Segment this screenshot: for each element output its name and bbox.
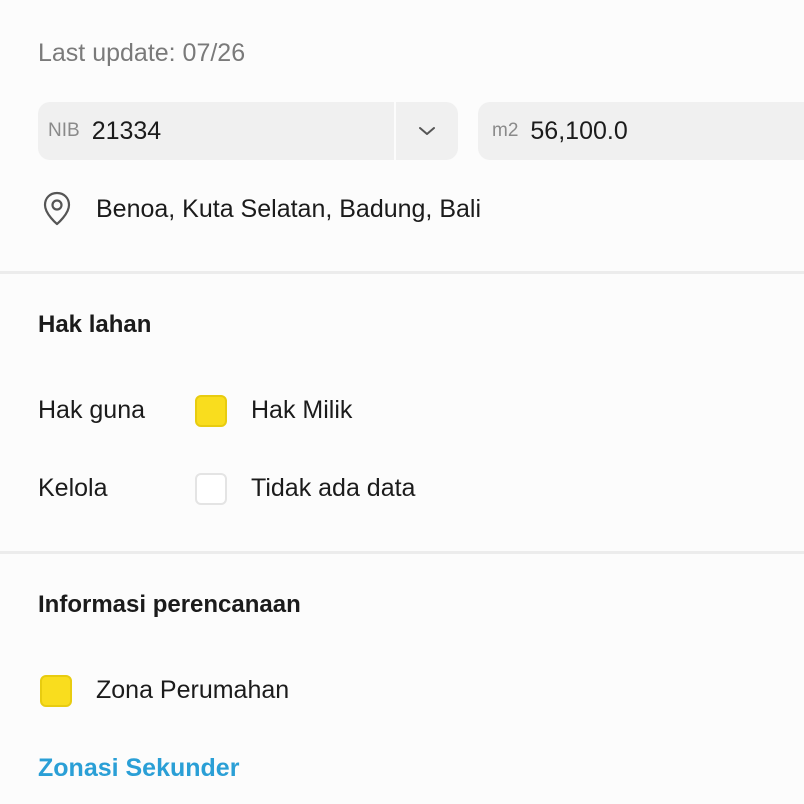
location-text: Benoa, Kuta Selatan, Badung, Bali: [96, 194, 482, 223]
nib-dropdown-button[interactable]: [396, 102, 458, 160]
area-field[interactable]: m2 56,100.0: [478, 102, 804, 160]
hak-guna-label: Hak guna: [38, 396, 146, 424]
land-info-panel: Last update: 07/26 NIB 21334 m2 56,100.0…: [0, 0, 804, 804]
map-pin-icon: [40, 190, 74, 228]
location-row: Benoa, Kuta Selatan, Badung, Bali: [40, 190, 481, 228]
section-title-hak-lahan: Hak lahan: [38, 311, 152, 338]
area-value: 56,100.0: [530, 116, 628, 145]
nib-value: 21334: [91, 116, 162, 145]
last-update-text: Last update: 07/26: [38, 39, 246, 67]
zona-label: Zona Perumahan: [96, 676, 290, 704]
zona-swatch: [40, 675, 72, 707]
hak-guna-swatch: [195, 395, 227, 427]
kelola-swatch: [195, 473, 227, 505]
chevron-down-icon: [419, 127, 435, 135]
section-divider: [0, 551, 804, 554]
area-prefix: m2: [492, 120, 519, 141]
section-divider: [0, 271, 804, 274]
nib-select[interactable]: NIB 21334: [38, 102, 458, 160]
nib-field[interactable]: NIB 21334: [38, 102, 396, 160]
section-title-perencanaan: Informasi perencanaan: [38, 591, 301, 618]
zonasi-sekunder-link[interactable]: Zonasi Sekunder: [38, 754, 239, 783]
kelola-value: Tidak ada data: [251, 474, 416, 502]
hak-guna-value: Hak Milik: [251, 396, 353, 424]
nib-prefix: NIB: [48, 120, 80, 141]
kelola-label: Kelola: [38, 474, 108, 502]
